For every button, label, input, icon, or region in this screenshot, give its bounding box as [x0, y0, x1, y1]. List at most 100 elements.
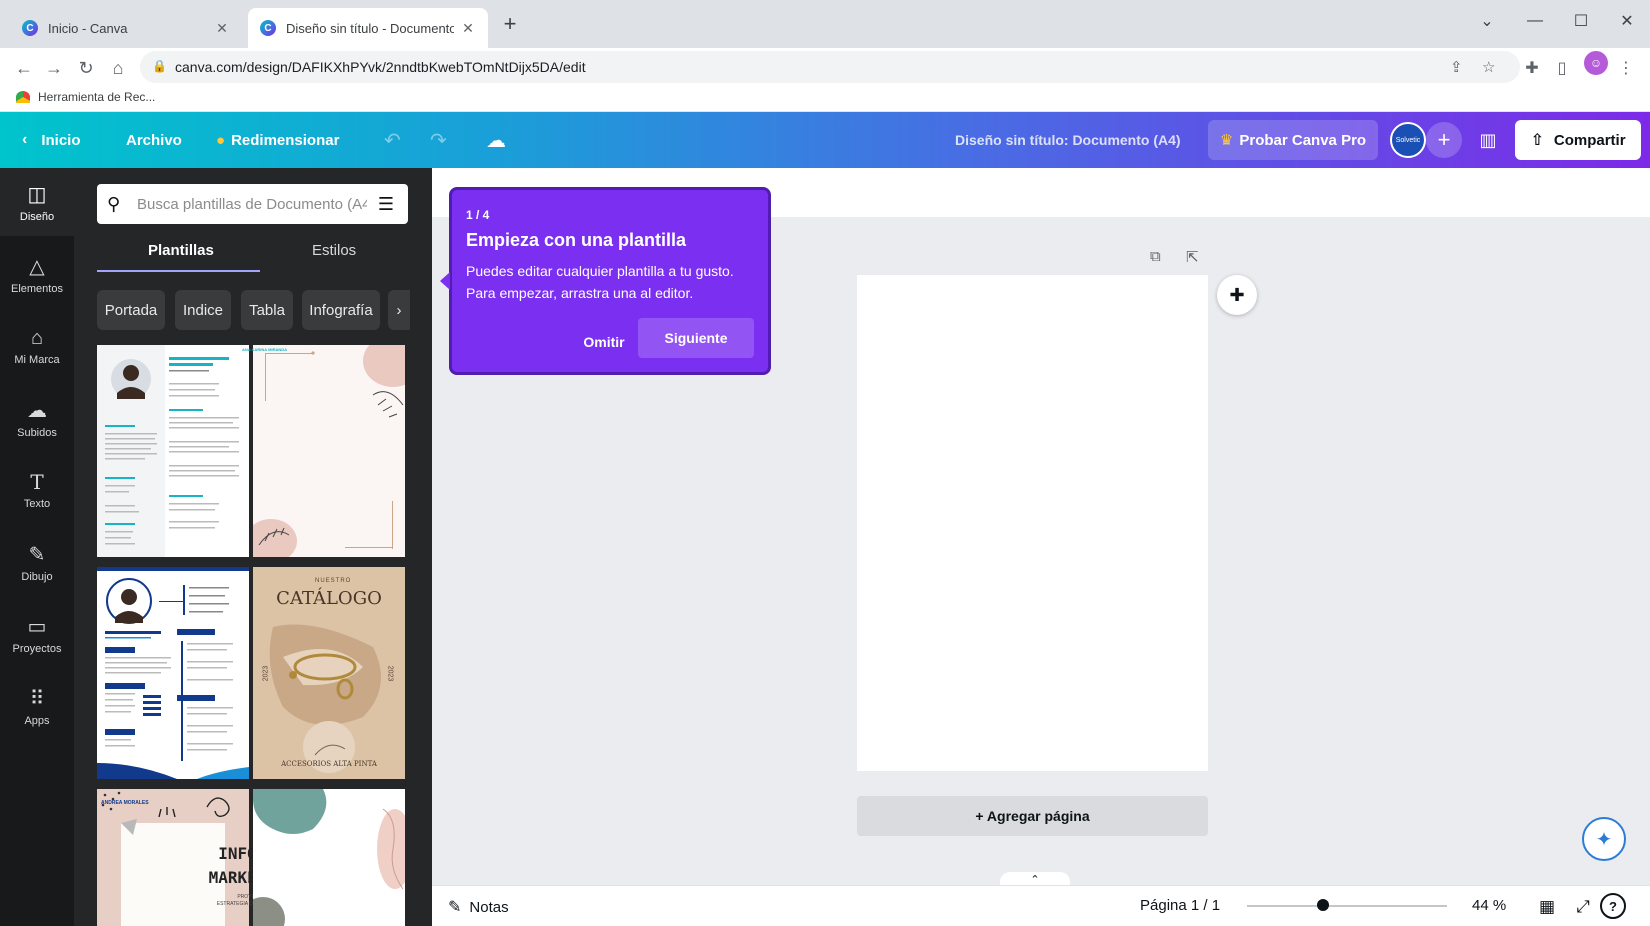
document-title[interactable]: Diseño sin título: Documento (A4) [955, 112, 1181, 168]
address-bar[interactable]: 🔒 canva.com/design/DAFIKXhPYvk/2nndtbKwe… [140, 51, 1520, 83]
bottom-bar: ✎ Notas Página 1 / 1 44 % ▦ ⤢ [432, 885, 1650, 926]
zoom-slider-handle[interactable] [1317, 899, 1329, 911]
side-panel-icon[interactable]: ▯ [1550, 56, 1574, 80]
minimize-icon[interactable]: — [1512, 6, 1558, 36]
chevron-right-icon[interactable]: › [388, 290, 410, 330]
extensions-icon[interactable]: ✚ [1520, 56, 1544, 80]
share-page-icon[interactable]: ⇪ [1450, 58, 1463, 76]
next-button[interactable]: Siguiente [638, 318, 754, 358]
text-icon: T [30, 470, 44, 494]
add-page-button[interactable]: + Agregar página [857, 796, 1208, 836]
help-icon[interactable]: ? [1600, 893, 1626, 919]
layout-icon: ◫ [27, 183, 47, 206]
rail-item-elements[interactable]: △ Elementos [0, 240, 74, 308]
rail-label: Apps [24, 714, 50, 727]
browser-menu-icon[interactable]: ⋮ [1614, 56, 1638, 80]
grid-view-icon[interactable]: ▦ [1536, 896, 1558, 918]
rail-item-apps[interactable]: ⠿ Apps [0, 672, 74, 740]
rail-label: Elementos [11, 282, 63, 295]
chip-tabla[interactable]: Tabla [241, 290, 293, 330]
close-icon[interactable]: ✕ [214, 20, 230, 36]
bookmark-label: Herramienta de Rec... [38, 90, 156, 104]
chip-infografia[interactable]: Infografía [302, 290, 380, 330]
back-icon[interactable]: ← [12, 56, 36, 80]
rail-item-draw[interactable]: ✎ Dibujo [0, 528, 74, 596]
tab-templates[interactable]: Plantillas [148, 242, 214, 259]
duplicate-page-icon[interactable]: ⧉ [1150, 248, 1161, 265]
template-thumb-floral[interactable] [253, 345, 405, 557]
cloud-upload-icon: ☁ [27, 399, 47, 422]
home-icon[interactable]: ⌂ [106, 56, 130, 80]
crown-icon: ♛ [1219, 132, 1234, 149]
notes-button[interactable]: ✎ Notas [448, 897, 509, 917]
url-text[interactable]: canva.com/design/DAFIKXhPYvk/2nndtbKwebT… [175, 59, 586, 75]
fullscreen-icon[interactable]: ⤢ [1572, 896, 1594, 918]
reload-icon[interactable]: ↻ [74, 56, 98, 80]
briefcase-icon: ⌂ [30, 326, 44, 349]
rail-label: Texto [23, 498, 51, 510]
rail-item-brand[interactable]: ⌂ Mi Marca [0, 312, 74, 380]
rail-item-text[interactable]: T Texto [0, 456, 74, 524]
template-thumb-cv-ana[interactable] [97, 345, 249, 557]
close-icon[interactable]: ✕ [460, 20, 476, 36]
search-input[interactable] [137, 192, 367, 216]
window-close-icon[interactable]: ✕ [1604, 6, 1650, 36]
tooltip-arrow [440, 272, 450, 290]
active-tab-indicator [97, 270, 260, 272]
magic-sparkle-icon[interactable]: ✦ [1582, 817, 1626, 861]
shapes-icon: △ [29, 255, 45, 278]
template-search[interactable]: ⚲ ☰ [97, 184, 408, 224]
home-button[interactable]: ‹ Inicio [22, 112, 81, 168]
floral-preview [253, 345, 405, 557]
file-menu-button[interactable]: Archivo [126, 112, 182, 168]
template-thumb-cv-andrea[interactable] [97, 567, 249, 779]
abstract-preview [253, 789, 405, 926]
browser-tab-bar: C Inicio - Canva ✕ C Diseño sin título -… [0, 0, 1650, 48]
catalog-year-right: 2023 [386, 665, 394, 682]
rail-item-uploads[interactable]: ☁ Subidos [0, 384, 74, 452]
add-member-icon[interactable]: + [1426, 122, 1462, 158]
pen-icon: ✎ [28, 543, 46, 566]
rail-item-projects[interactable]: ▭ Proyectos [0, 600, 74, 668]
rail-item-design[interactable]: ◫ Diseño [0, 168, 74, 236]
home-label: Inicio [41, 131, 81, 149]
redo-icon[interactable]: ↷ [430, 128, 447, 153]
forward-icon[interactable]: → [42, 56, 66, 80]
team-avatar[interactable]: Solvetic [1390, 122, 1426, 158]
chevron-up-icon[interactable]: ⌃ [1000, 872, 1070, 886]
canva-favicon-icon: C [260, 20, 276, 36]
maximize-icon[interactable]: ☐ [1558, 6, 1604, 36]
bookmark-star-icon[interactable]: ☆ [1482, 58, 1495, 76]
share-button[interactable]: ⇧ Compartir [1515, 120, 1641, 160]
rail-label: Dibujo [21, 570, 53, 583]
template-thumb-abstract[interactable] [253, 789, 405, 926]
zoom-slider[interactable] [1247, 905, 1447, 907]
notes-icon: ✎ [448, 899, 462, 916]
bookmark-item[interactable]: Herramienta de Rec... [16, 90, 155, 104]
catalog-small-text: NUESTRO [315, 578, 352, 584]
rail-label: Proyectos [12, 642, 62, 655]
page-count[interactable]: Página 1 / 1 [1140, 897, 1220, 914]
upload-share-icon: ⇧ [1530, 132, 1544, 149]
undo-icon[interactable]: ↶ [384, 128, 401, 153]
resize-button[interactable]: ● Redimensionar [216, 112, 339, 168]
tab-title: Inicio - Canva [48, 20, 128, 36]
chip-indice[interactable]: Indice [175, 290, 231, 330]
profile-avatar[interactable]: ☺ [1584, 51, 1608, 75]
add-comment-icon[interactable]: ✚ [1217, 275, 1257, 315]
browser-tab-inicio[interactable]: C Inicio - Canva ✕ [10, 8, 242, 48]
cv-andrea-name: ANDREA MORALES [101, 800, 149, 806]
tab-search-icon[interactable]: ⌄ [1464, 6, 1510, 36]
skip-button[interactable]: Omitir [562, 323, 646, 361]
add-page-icon[interactable]: ⇱ [1186, 248, 1199, 266]
zoom-value[interactable]: 44 % [1472, 897, 1506, 914]
cloud-saved-icon[interactable]: ☁ [486, 128, 506, 153]
tab-styles[interactable]: Estilos [312, 242, 356, 259]
design-page[interactable] [857, 275, 1208, 771]
new-tab-icon[interactable]: + [498, 11, 522, 36]
analytics-icon[interactable]: ▥ [1468, 120, 1508, 160]
try-pro-button[interactable]: ♛ Probar Canva Pro [1208, 120, 1378, 160]
chip-portada[interactable]: Portada [97, 290, 165, 330]
filter-sliders-icon[interactable]: ☰ [375, 193, 397, 215]
browser-tab-design[interactable]: C Diseño sin título - Documento (A ✕ [248, 8, 488, 48]
